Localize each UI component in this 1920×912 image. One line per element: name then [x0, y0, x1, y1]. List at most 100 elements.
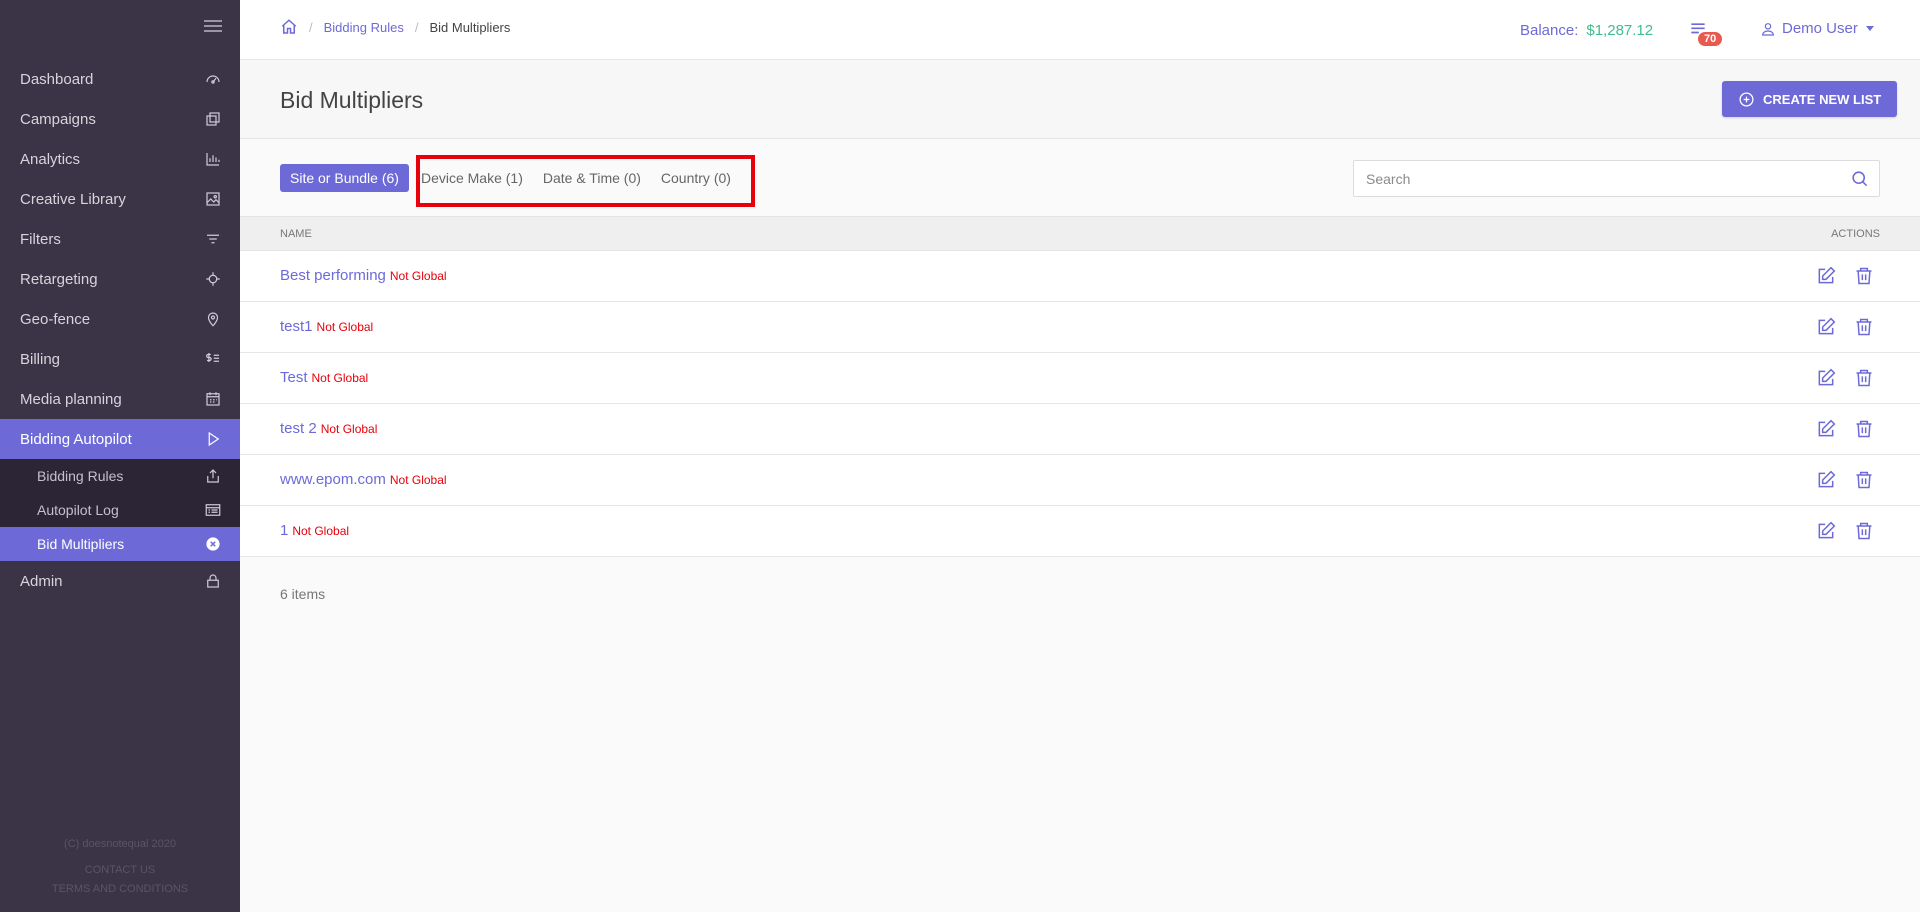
row-actions — [1816, 470, 1874, 490]
breadcrumb-separator: / — [309, 19, 313, 35]
home-icon[interactable] — [280, 18, 298, 36]
table-row: Best performing Not Global — [240, 251, 1920, 302]
create-new-list-label: CREATE NEW LIST — [1763, 91, 1882, 107]
page-header: Bid Multipliers CREATE NEW LIST — [240, 60, 1920, 139]
trash-icon[interactable] — [1854, 266, 1874, 286]
sidebar-item-retargeting[interactable]: Retargeting — [0, 259, 240, 299]
upload-icon — [204, 467, 222, 485]
search-box — [1353, 160, 1880, 197]
sidebar-item-label: Retargeting — [20, 270, 98, 288]
sidebar-item-label: Bidding Autopilot — [20, 430, 132, 448]
edit-icon[interactable] — [1816, 266, 1836, 286]
sidebar-item-billing[interactable]: Billing — [0, 339, 240, 379]
edit-icon[interactable] — [1816, 521, 1836, 541]
row-actions — [1816, 521, 1874, 541]
create-new-list-button[interactable]: CREATE NEW LIST — [1722, 81, 1898, 117]
sidebar-item-geo-fence[interactable]: Geo-fence — [0, 299, 240, 339]
sidebar-item-autopilot-log[interactable]: Autopilot Log — [0, 493, 240, 527]
balance-amount: $1,287.12 — [1586, 22, 1654, 39]
column-header-actions: ACTIONS — [1831, 227, 1880, 240]
row-name-link[interactable]: www.epom.com — [280, 471, 386, 488]
trash-icon[interactable] — [1854, 521, 1874, 541]
sidebar-item-label: Campaigns — [20, 110, 96, 128]
terms-link[interactable]: TERMS AND CONDITIONS — [0, 883, 240, 895]
sidebar-item-label: Billing — [20, 350, 61, 368]
scope-badge: Not Global — [316, 320, 374, 334]
breadcrumb-bidding-rules-link[interactable]: Bidding Rules — [324, 20, 404, 35]
edit-icon[interactable] — [1816, 368, 1836, 388]
user-name: Demo User — [1782, 20, 1858, 37]
sidebar: Dashboard Campaigns Analytics Creative L… — [0, 0, 240, 912]
trash-icon[interactable] — [1854, 368, 1874, 388]
map-pin-icon — [204, 310, 222, 328]
multipliers-table: NAME ACTIONS Best performing Not Global t… — [240, 216, 1920, 557]
breadcrumb-current: Bid Multipliers — [429, 19, 511, 35]
sidebar-nav: Dashboard Campaigns Analytics Creative L… — [0, 59, 240, 601]
sidebar-submenu: Bidding Rules Autopilot Log Bid Multipli… — [0, 459, 240, 561]
sidebar-item-campaigns[interactable]: Campaigns — [0, 99, 240, 139]
image-icon — [204, 190, 222, 208]
tab-site-or-bundle[interactable]: Site or Bundle (6) — [280, 164, 409, 192]
sidebar-item-label: Analytics — [20, 150, 81, 168]
user-menu[interactable]: Demo User — [1760, 20, 1874, 37]
sidebar-item-dashboard[interactable]: Dashboard — [0, 59, 240, 99]
scope-badge: Not Global — [311, 371, 369, 385]
log-list-icon — [204, 501, 222, 519]
sidebar-item-bidding-autopilot[interactable]: Bidding Autopilot — [0, 419, 240, 459]
edit-icon[interactable] — [1816, 419, 1836, 439]
calendar-icon — [204, 390, 222, 408]
plus-circle-icon — [1739, 91, 1754, 107]
sidebar-item-bidding-rules[interactable]: Bidding Rules — [0, 459, 240, 493]
sidebar-item-label: Bidding Rules — [37, 468, 124, 484]
trash-icon[interactable] — [1854, 419, 1874, 439]
table-row: www.epom.com Not Global — [240, 455, 1920, 506]
search-input[interactable] — [1354, 161, 1834, 196]
search-icon[interactable] — [1850, 169, 1869, 188]
row-actions — [1816, 317, 1874, 337]
table-row: 1 Not Global — [240, 506, 1920, 557]
sidebar-item-label: Media planning — [20, 390, 122, 408]
user-icon — [1762, 22, 1774, 36]
page-title: Bid Multipliers — [280, 87, 424, 113]
gauge-icon — [204, 70, 222, 88]
scope-badge: Not Global — [320, 422, 378, 436]
sidebar-item-label: Autopilot Log — [37, 502, 119, 518]
lock-icon — [204, 572, 222, 590]
column-header-name: NAME — [280, 227, 312, 240]
row-name-link[interactable]: Best performing — [280, 267, 386, 284]
sidebar-item-media-planning[interactable]: Media planning — [0, 379, 240, 419]
edit-icon[interactable] — [1816, 470, 1836, 490]
sidebar-item-label: Admin — [20, 572, 63, 590]
notifications-badge: 70 — [1698, 32, 1723, 46]
copyright-text: (C) doesnotequal 2020 — [64, 838, 176, 850]
copy-icon — [204, 110, 222, 128]
notifications-button[interactable]: 70 — [1688, 20, 1723, 46]
chevron-down-icon — [1865, 26, 1874, 31]
trash-icon[interactable] — [1854, 317, 1874, 337]
sidebar-item-analytics[interactable]: Analytics — [0, 139, 240, 179]
sidebar-item-bid-multipliers[interactable]: Bid Multipliers — [0, 527, 240, 561]
trash-icon[interactable] — [1854, 470, 1874, 490]
row-actions — [1816, 266, 1874, 286]
row-actions — [1816, 368, 1874, 388]
play-icon — [204, 430, 222, 448]
row-name-link[interactable]: test 2 — [280, 420, 317, 437]
sidebar-item-label: Dashboard — [20, 70, 94, 88]
close-circle-icon — [204, 535, 222, 553]
row-name-link[interactable]: test1 — [280, 318, 313, 335]
row-name-link[interactable]: 1 — [280, 522, 288, 539]
edit-icon[interactable] — [1816, 317, 1836, 337]
highlight-annotation — [416, 155, 755, 207]
breadcrumb-separator: / — [414, 19, 419, 35]
contact-us-link[interactable]: CONTACT US — [0, 864, 240, 876]
sidebar-item-label: Creative Library — [20, 190, 126, 208]
sidebar-item-filters[interactable]: Filters — [0, 219, 240, 259]
breadcrumb: / Bidding Rules / Bid Multipliers — [280, 18, 510, 36]
table-row: test 2 Not Global — [240, 404, 1920, 455]
sidebar-item-admin[interactable]: Admin — [0, 561, 240, 601]
hamburger-menu-icon[interactable] — [204, 20, 222, 34]
scope-badge: Not Global — [389, 269, 447, 283]
filter-icon — [204, 230, 222, 248]
sidebar-item-creative-library[interactable]: Creative Library — [0, 179, 240, 219]
row-name-link[interactable]: Test — [280, 369, 308, 386]
